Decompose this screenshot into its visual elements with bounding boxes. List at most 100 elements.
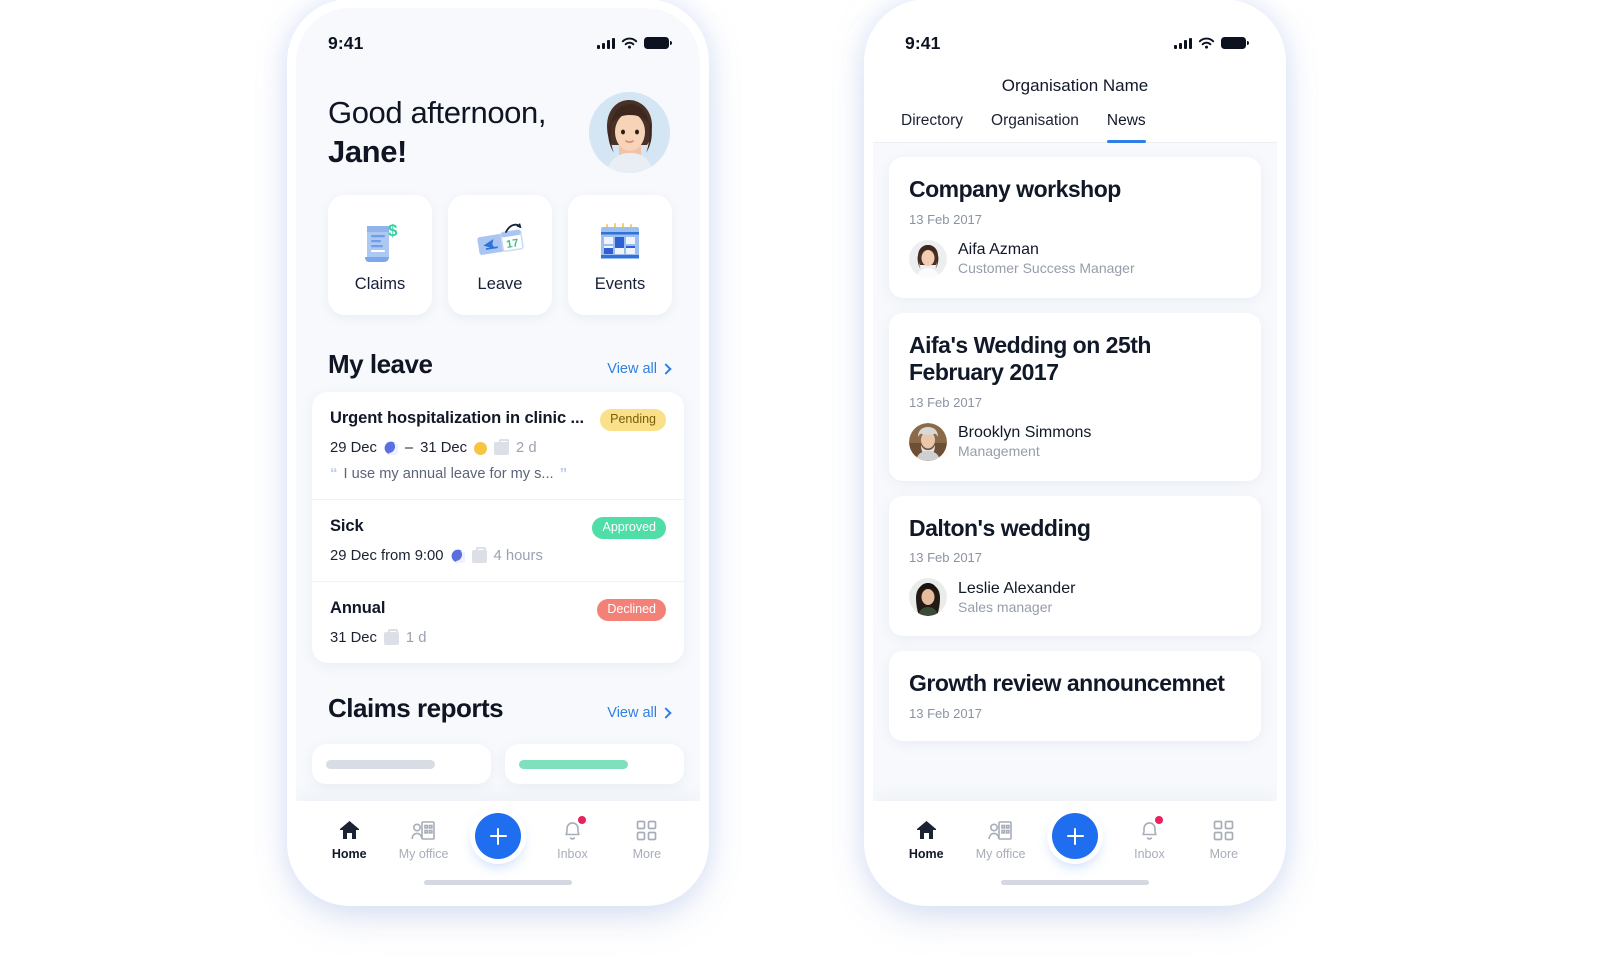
tab-my-office[interactable]: My office bbox=[386, 817, 460, 861]
news-title: Growth review announcemnet bbox=[909, 670, 1225, 697]
claims-report-card[interactable] bbox=[312, 744, 491, 784]
home-indicator[interactable] bbox=[424, 880, 572, 885]
tab-news[interactable]: News bbox=[1106, 112, 1146, 143]
notification-dot bbox=[1154, 816, 1163, 824]
cellular-bars-icon bbox=[596, 37, 615, 49]
sun-icon bbox=[474, 441, 488, 455]
leave-meta: 29 Dec – 31 Dec 2 d bbox=[330, 438, 666, 456]
quick-action-leave[interactable]: 17 Leave bbox=[448, 195, 552, 315]
author-name: Aifa Azman bbox=[958, 241, 1039, 259]
news-card[interactable]: Growth review announcemnet 13 Feb 2017 bbox=[889, 651, 1261, 741]
status-time: 9:41 bbox=[328, 32, 364, 53]
svg-text:$: $ bbox=[388, 221, 398, 240]
news-card[interactable]: Aifa's Wedding on 25th February 2017 13 … bbox=[889, 312, 1261, 481]
news-list[interactable]: Company workshop 13 Feb 2017 Aifa Azman … bbox=[873, 143, 1277, 897]
leave-start-date: 29 Dec bbox=[330, 440, 377, 456]
tab-directory[interactable]: Directory bbox=[901, 112, 963, 142]
leave-row-top: Urgent hospitalization in clinic ... Pen… bbox=[330, 409, 666, 431]
leave-duration: 1 d bbox=[405, 630, 427, 646]
news-screen: 9:41 Organisation Name Directory Organis… bbox=[873, 8, 1277, 897]
home-icon bbox=[915, 817, 938, 843]
view-all-label: View all bbox=[607, 361, 657, 377]
tab-label: My office bbox=[398, 847, 449, 861]
leave-row-top: Annual Declined bbox=[330, 599, 666, 621]
tab-label: More bbox=[632, 847, 662, 861]
status-badge: Pending bbox=[600, 409, 666, 431]
phone-right: 9:41 Organisation Name Directory Organis… bbox=[873, 8, 1277, 897]
news-content: Organisation Name Directory Organisation… bbox=[873, 64, 1277, 897]
chevron-right-icon bbox=[660, 707, 672, 719]
tab-more[interactable]: More bbox=[1187, 817, 1261, 861]
tab-home[interactable]: Home bbox=[889, 817, 963, 861]
profile-avatar[interactable] bbox=[589, 92, 670, 173]
add-button[interactable] bbox=[1052, 813, 1099, 859]
tab-label: More bbox=[1209, 847, 1239, 861]
add-button[interactable] bbox=[475, 813, 522, 859]
leave-start-date: 31 Dec bbox=[330, 630, 377, 646]
leave-title: Sick bbox=[330, 517, 364, 535]
news-title: Dalton's wedding bbox=[909, 514, 1091, 541]
briefcase-icon bbox=[383, 628, 399, 645]
home-indicator[interactable] bbox=[1001, 880, 1149, 885]
tab-inbox[interactable]: Inbox bbox=[1112, 816, 1186, 861]
my-leave-view-all[interactable]: View all bbox=[607, 361, 672, 377]
battery-full-icon bbox=[1221, 36, 1250, 50]
tab-more[interactable]: More bbox=[610, 817, 684, 861]
plane-ticket-calendar-icon: 17 bbox=[472, 209, 528, 271]
moon-icon bbox=[451, 549, 465, 563]
leave-date-dash: – bbox=[404, 440, 414, 456]
quick-action-events[interactable]: Events bbox=[568, 195, 672, 315]
news-date: 13 Feb 2017 bbox=[909, 394, 983, 410]
news-date: 13 Feb 2017 bbox=[909, 550, 983, 566]
tab-home[interactable]: Home bbox=[312, 817, 386, 861]
tab-label: My office bbox=[975, 847, 1026, 861]
fab-slot bbox=[1038, 813, 1112, 863]
news-author: Brooklyn Simmons Management bbox=[909, 422, 1241, 461]
quick-action-label: Claims bbox=[354, 275, 406, 293]
leave-row[interactable]: Sick Approved 29 Dec from 9:00 4 hours bbox=[312, 500, 684, 582]
news-card[interactable]: Company workshop 13 Feb 2017 Aifa Azman … bbox=[889, 157, 1261, 298]
leave-row[interactable]: Urgent hospitalization in clinic ... Pen… bbox=[312, 392, 684, 500]
notification-dot bbox=[577, 816, 586, 824]
tab-my-office[interactable]: My office bbox=[963, 817, 1037, 861]
author-role: Sales manager bbox=[958, 598, 1053, 615]
leave-row[interactable]: Annual Declined 31 Dec 1 d bbox=[312, 582, 684, 663]
claims-report-card[interactable] bbox=[505, 744, 684, 784]
tab-label: Home bbox=[331, 847, 367, 861]
claims-reports-view-all[interactable]: View all bbox=[607, 705, 672, 721]
bell-icon bbox=[1139, 816, 1163, 843]
office-icon bbox=[411, 817, 436, 843]
greeting-text: Good afternoon, Jane! bbox=[328, 94, 546, 171]
page-title: Organisation Name bbox=[873, 64, 1277, 112]
quick-action-claims[interactable]: $ Claims bbox=[328, 195, 432, 315]
office-icon bbox=[988, 817, 1013, 843]
status-time: 9:41 bbox=[905, 32, 941, 53]
leave-title: Annual bbox=[330, 599, 386, 617]
moon-icon bbox=[384, 441, 398, 455]
leave-duration: 2 d bbox=[516, 440, 537, 456]
tab-organisation[interactable]: Organisation bbox=[991, 112, 1079, 142]
fab-slot bbox=[461, 813, 535, 863]
status-badge: Declined bbox=[597, 599, 666, 621]
home-content: Good afternoon, Jane! $ Claims 17 Leave … bbox=[296, 64, 700, 897]
grid-icon bbox=[636, 817, 657, 843]
author-role: Management bbox=[958, 443, 1040, 460]
phone-left: 9:41 Good afternoon, Jane! $ Claims 17 L… bbox=[296, 8, 700, 897]
briefcase-icon bbox=[494, 438, 510, 455]
grid-icon bbox=[1213, 817, 1234, 843]
news-title: Aifa's Wedding on 25th February 2017 bbox=[909, 331, 1151, 386]
news-title: Company workshop bbox=[909, 176, 1121, 202]
greeting-row: Good afternoon, Jane! bbox=[296, 64, 700, 173]
tab-inbox[interactable]: Inbox bbox=[535, 816, 609, 861]
leave-title: Urgent hospitalization in clinic ... bbox=[330, 409, 585, 427]
claims-reports-list bbox=[296, 730, 700, 784]
news-card[interactable]: Dalton's wedding 13 Feb 2017 Leslie Alex… bbox=[889, 495, 1261, 637]
wifi-icon bbox=[1198, 37, 1215, 49]
leave-start-date: 29 Dec from 9:00 bbox=[330, 548, 444, 564]
avatar bbox=[909, 578, 947, 617]
svg-text:17: 17 bbox=[505, 237, 519, 251]
briefcase-icon bbox=[471, 546, 487, 563]
quick-action-label: Leave bbox=[477, 275, 523, 293]
news-date: 13 Feb 2017 bbox=[909, 705, 983, 721]
tab-label: Inbox bbox=[1134, 847, 1165, 861]
